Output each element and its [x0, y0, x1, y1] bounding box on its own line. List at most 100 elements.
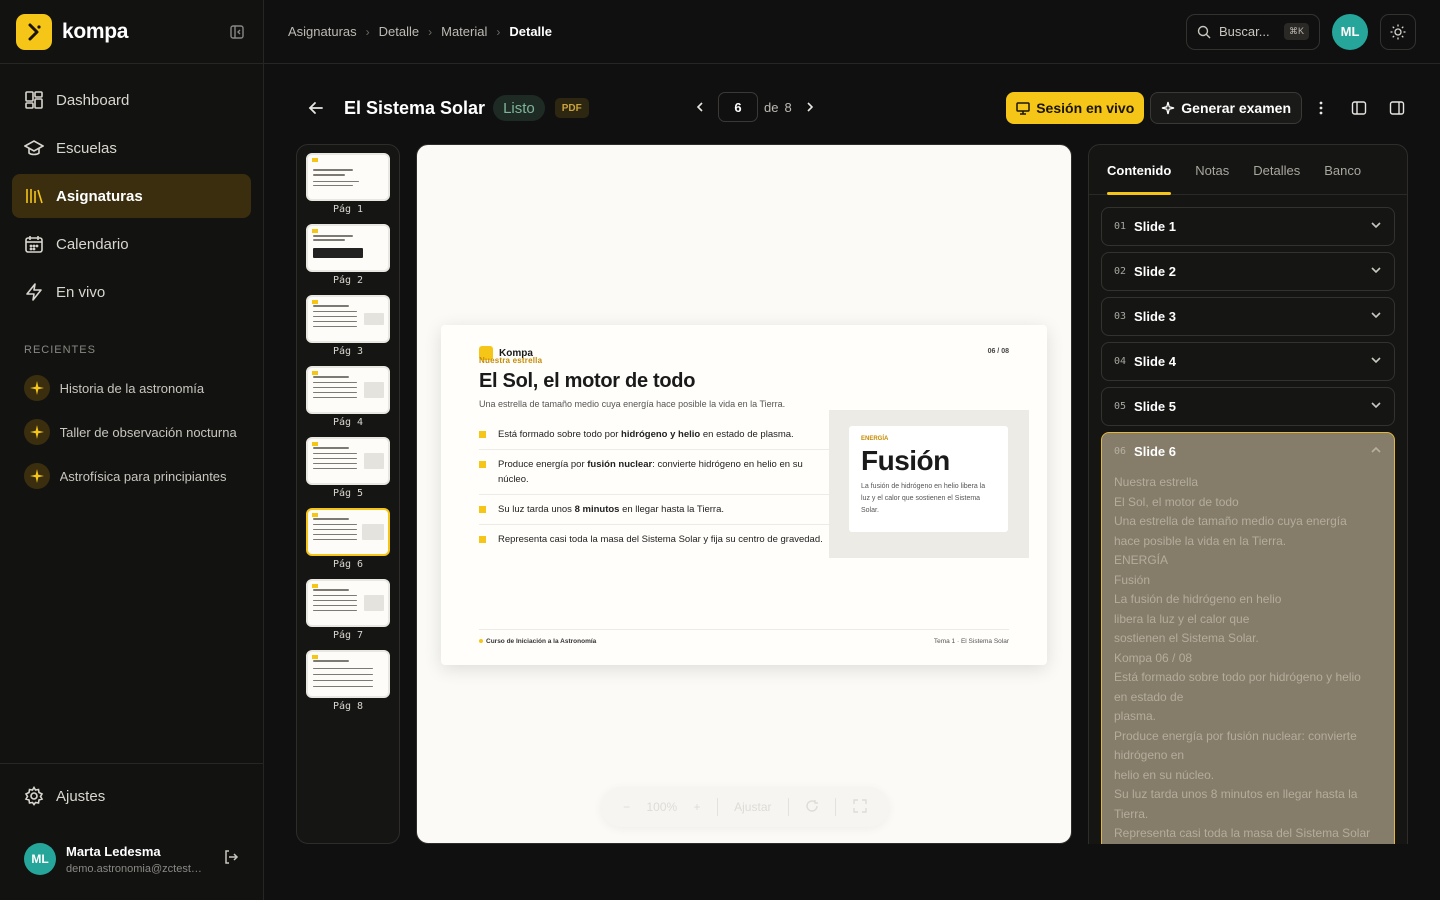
accordion-item[interactable]: 05 Slide 5 — [1101, 387, 1395, 426]
nav-item-dashboard[interactable]: Dashboard — [12, 78, 251, 122]
rotate-icon[interactable] — [805, 799, 819, 816]
accordion-header[interactable]: 06 Slide 6 — [1102, 433, 1394, 469]
toggle-right-panel-button[interactable] — [1378, 92, 1416, 124]
card-text: La fusión de hidrógeno en helio libera l… — [861, 483, 986, 514]
zoom-toolbar: − 100% + Ajustar — [601, 787, 889, 827]
slide-footer-course: Curso de Iniciación a la Astronomía — [479, 638, 596, 645]
slide-subtitle: Una estrella de tamaño medio cuya energí… — [479, 399, 786, 409]
theme-toggle-button[interactable] — [1380, 13, 1416, 50]
thumbnail-page-7[interactable]: Pág 7 — [305, 579, 391, 644]
logout-icon[interactable] — [223, 849, 239, 870]
nav-item-en-vivo[interactable]: En vivo — [12, 270, 251, 314]
next-page-button[interactable] — [798, 92, 822, 122]
thumbnail-label: Pág 4 — [332, 417, 364, 428]
user-profile[interactable]: ML Marta Ledesma demo.astronomia@zctest.… — [0, 828, 263, 890]
settings-label: Ajustes — [56, 787, 106, 805]
slide-eyebrow: Nuestra estrella — [479, 356, 543, 365]
collapse-sidebar-icon[interactable] — [227, 22, 247, 42]
thumbnail-image — [306, 650, 390, 698]
nav-item-asignaturas[interactable]: Asignaturas — [12, 174, 251, 218]
slide-footer-topic: Tema 1 · El Sistema Solar — [933, 638, 1009, 645]
recent-item[interactable]: Astrofísica para principiantes — [0, 454, 263, 498]
bullet-marker — [479, 506, 486, 513]
thumbnail-label: Pág 1 — [332, 204, 364, 215]
thumbnail-page-2[interactable]: Pág 2 — [305, 224, 391, 289]
topbar: Asignaturas › Detalle › Material › Detal… — [264, 0, 1440, 64]
fit-button[interactable]: Ajustar — [734, 800, 771, 814]
live-session-button[interactable]: Sesión en vivo — [1006, 92, 1145, 124]
file-type-badge: PDF — [554, 98, 589, 118]
nav-label: En vivo — [56, 283, 106, 301]
nav-item-escuelas[interactable]: Escuelas — [12, 126, 251, 170]
slide-page-number: 06 / 08 — [987, 348, 1009, 355]
thumbnail-page-8[interactable]: Pág 8 — [305, 650, 391, 715]
thumbnail-page-3[interactable]: Pág 3 — [305, 295, 391, 360]
thumbnail-page-5[interactable]: Pág 5 — [305, 437, 391, 502]
more-options-button[interactable] — [1302, 92, 1340, 124]
slide-text-line: helio en su núcleo. — [1114, 767, 1215, 782]
slide-text-line: El Sol, el motor de todo — [1114, 494, 1239, 509]
recent-section-label: RECIENTES — [24, 344, 96, 356]
search-input[interactable]: Buscar... ⌘K — [1186, 13, 1320, 50]
breadcrumb-item[interactable]: Asignaturas — [288, 24, 357, 39]
chevron-down-icon — [1370, 264, 1382, 279]
avatar[interactable]: ML — [1332, 13, 1368, 50]
logo-icon[interactable] — [16, 13, 52, 50]
slide-text-line: hace posible la vida en la Tierra. — [1114, 533, 1287, 548]
tab-detalles[interactable]: Detalles — [1253, 163, 1300, 194]
accordion-item[interactable]: 02 Slide 2 — [1101, 252, 1395, 291]
page-number-input[interactable]: 6 — [718, 92, 758, 122]
accordion-item[interactable]: 01 Slide 1 — [1101, 207, 1395, 246]
slide-bullet: Representa casi toda la masa del Sistema… — [479, 532, 829, 554]
slide-highlight-card: ENERGÍA Fusión La fusión de hidrógeno en… — [849, 426, 1008, 532]
slide-text-line: plasma. — [1114, 709, 1157, 723]
settings-link[interactable]: Ajustes — [0, 764, 263, 828]
pdf-viewer[interactable]: Kompa Nuestra estrella 06 / 08 El Sol, e… — [416, 144, 1072, 844]
divider — [835, 798, 837, 816]
card-kicker: ENERGÍA — [861, 436, 889, 442]
fullscreen-icon[interactable] — [853, 798, 867, 816]
thumbnail-page-4[interactable]: Pág 4 — [305, 366, 391, 431]
accordion-item-expanded: 06 Slide 6 Nuestra estrella El Sol, el mo… — [1101, 432, 1395, 844]
accordion-item[interactable]: 03 Slide 3 — [1101, 297, 1395, 336]
breadcrumb-item[interactable]: Material — [441, 24, 487, 39]
nav-item-calendario[interactable]: Calendario — [12, 222, 251, 266]
breadcrumb-item[interactable]: Detalle — [379, 24, 419, 39]
brand: kompa — [0, 0, 263, 64]
divider — [787, 798, 789, 816]
slides-accordion: 01 Slide 1 02 Slide 2 03 Slide 3 04 Slide 4 … — [1101, 207, 1395, 844]
bullet-marker — [479, 431, 486, 438]
thumbnail-page-6[interactable]: Pág 6 — [305, 508, 391, 573]
recent-item-label: Historia de la astronomía — [59, 380, 205, 396]
accordion-label: Slide 1 — [1134, 219, 1176, 234]
recent-item[interactable]: Taller de observación nocturna — [0, 410, 263, 454]
generate-exam-button[interactable]: Generar examen — [1150, 92, 1302, 124]
school-icon — [24, 140, 44, 156]
tab-banco[interactable]: Banco — [1324, 163, 1361, 194]
tab-notas[interactable]: Notas — [1195, 163, 1229, 194]
back-button[interactable] — [296, 88, 336, 128]
thumbnail-page-1[interactable]: Pág 1 — [305, 153, 391, 218]
document-actions: Sesión en vivo Generar examen — [1006, 92, 1416, 124]
slide-highlight-panel: ENERGÍA Fusión La fusión de hidrógeno en… — [829, 410, 1029, 558]
accordion-item[interactable]: 04 Slide 4 — [1101, 342, 1395, 381]
recent-item[interactable]: Historia de la astronomía — [0, 366, 263, 410]
accordion-label: Slide 3 — [1134, 309, 1176, 324]
sparkle-icon — [24, 375, 50, 401]
sidebar: kompa Dashboard Escuelas Asignaturas Cal… — [0, 0, 264, 900]
toggle-left-panel-button[interactable] — [1340, 92, 1378, 124]
thumbnail-label: Pág 3 — [332, 346, 364, 357]
thumbnail-label: Pág 8 — [332, 701, 364, 712]
prev-page-button[interactable] — [688, 92, 712, 122]
thumbnail-label: Pág 2 — [332, 275, 364, 286]
chevron-right-icon — [807, 102, 813, 112]
thumbnail-image — [306, 153, 390, 201]
bolt-icon — [26, 283, 42, 301]
tab-contenido[interactable]: Contenido — [1107, 163, 1172, 195]
chevron-down-icon — [1370, 354, 1382, 369]
slide-text-line: ENERGÍA — [1114, 553, 1169, 567]
zoom-in-button[interactable]: + — [694, 800, 701, 814]
slide-text-line: Tierra. — [1114, 806, 1149, 821]
generate-exam-label: Generar examen — [1181, 100, 1291, 116]
zoom-out-button[interactable]: − — [623, 800, 630, 814]
